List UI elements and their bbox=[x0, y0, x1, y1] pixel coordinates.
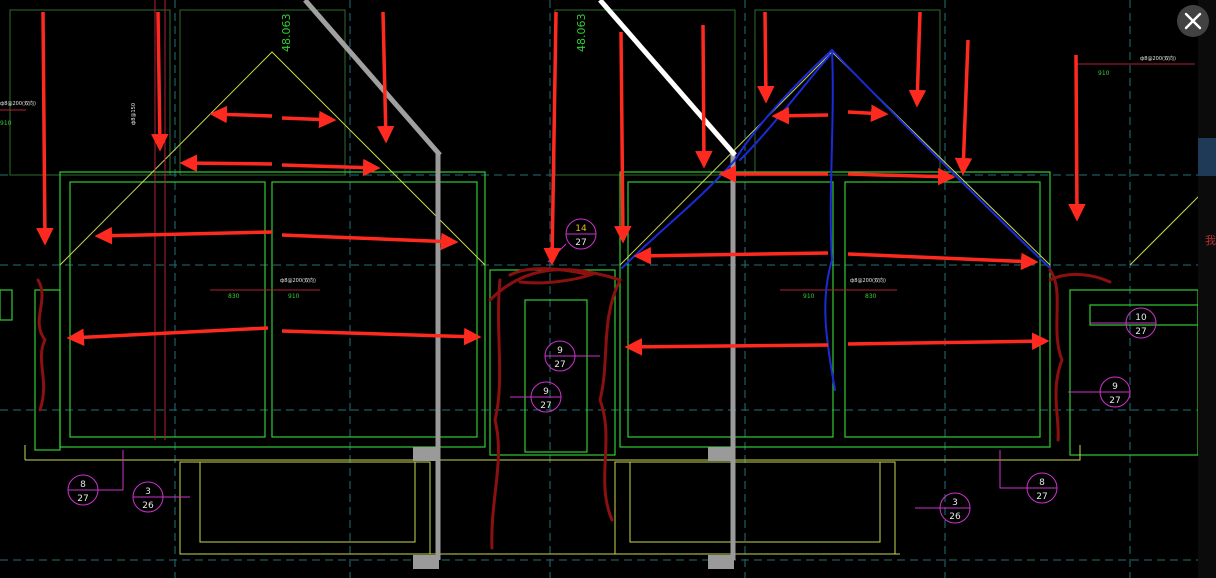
elevation-label: 48.063 bbox=[575, 14, 588, 53]
rebar-labels: ф8@200(双向) ф8@150 ф8@200(双向) ф8@200(双向) … bbox=[0, 55, 1176, 284]
bubble-bottom: 27 bbox=[77, 494, 88, 504]
bubble-bottom: 26 bbox=[949, 512, 961, 522]
side-panel-tab[interactable] bbox=[1198, 138, 1216, 176]
detail-bubble-3-26-left: 3 26 bbox=[132, 481, 190, 513]
detail-bubble-9-27-b: 9 27 bbox=[510, 381, 562, 413]
rebar-label: ф8@200(双向) bbox=[0, 100, 36, 107]
detail-bubble-3-26-right: 3 26 bbox=[915, 492, 971, 524]
red-arrows bbox=[36, 11, 1086, 356]
bubble-top: 8 bbox=[80, 480, 86, 490]
dim-label: 910 bbox=[803, 293, 815, 300]
elevation-labels: 48.063 48.063 bbox=[280, 14, 588, 53]
rebar-label: ф8@150 bbox=[131, 103, 137, 125]
rebar-label: ф8@200(双向) bbox=[1140, 55, 1176, 62]
dim-label: 910 bbox=[288, 293, 300, 300]
bubble-top: 9 bbox=[1112, 382, 1118, 392]
dim-label: 830 bbox=[228, 293, 240, 300]
bubble-bottom: 27 bbox=[554, 360, 565, 370]
upper-walls bbox=[9, 9, 941, 176]
bubble-bottom: 27 bbox=[1036, 492, 1047, 502]
detail-bubble-8-27-left: 8 27 bbox=[67, 450, 124, 506]
bubble-bottom: 26 bbox=[142, 501, 154, 511]
bubble-top: 8 bbox=[1039, 478, 1045, 488]
bubble-top: 3 bbox=[145, 487, 151, 497]
dim-label: 910 bbox=[1098, 70, 1110, 77]
side-panel-strip: 我 bbox=[1198, 0, 1216, 578]
stair-blocks bbox=[413, 447, 734, 569]
close-x-icon bbox=[1184, 12, 1202, 30]
detail-bubble-9-27-a: 9 27 bbox=[544, 340, 600, 372]
rebar-label: ф8@200(双向) bbox=[280, 277, 316, 284]
bubble-bottom: 27 bbox=[575, 238, 586, 248]
centerlines bbox=[0, 0, 1195, 440]
lower-outlines bbox=[24, 445, 1081, 555]
bubble-top: 10 bbox=[1135, 313, 1147, 323]
dim-label: 830 bbox=[865, 293, 877, 300]
rebar-label: ф8@200(双向) bbox=[850, 277, 886, 284]
diagonal-beams bbox=[303, 0, 737, 157]
detail-bubble-10-27: 10 27 bbox=[1090, 307, 1157, 339]
bubble-bottom: 27 bbox=[1109, 396, 1120, 406]
dim-label: 910 bbox=[0, 120, 12, 127]
dark-red-markup bbox=[36, 267, 1112, 550]
close-button[interactable] bbox=[1177, 5, 1209, 37]
bubble-bottom: 27 bbox=[540, 401, 551, 411]
bubble-top: 14 bbox=[575, 224, 587, 234]
room-outlines bbox=[0, 171, 1199, 456]
bubble-top: 3 bbox=[952, 498, 958, 508]
elevation-label: 48.063 bbox=[280, 14, 293, 53]
bubble-top: 9 bbox=[543, 387, 549, 397]
bubble-bottom: 27 bbox=[1135, 327, 1146, 337]
bubble-top: 9 bbox=[557, 346, 563, 356]
side-glyph: 我 bbox=[1205, 234, 1216, 247]
detail-bubble-9-27-c: 9 27 bbox=[1068, 376, 1131, 408]
cad-drawing-canvas[interactable]: 48.063 48.063 ф8@200(双向) ф8@150 ф8@200(双… bbox=[0, 0, 1216, 578]
detail-bubble-14-27: 14 27 bbox=[547, 218, 597, 263]
detail-bubble-8-27-right: 8 27 bbox=[999, 450, 1058, 504]
